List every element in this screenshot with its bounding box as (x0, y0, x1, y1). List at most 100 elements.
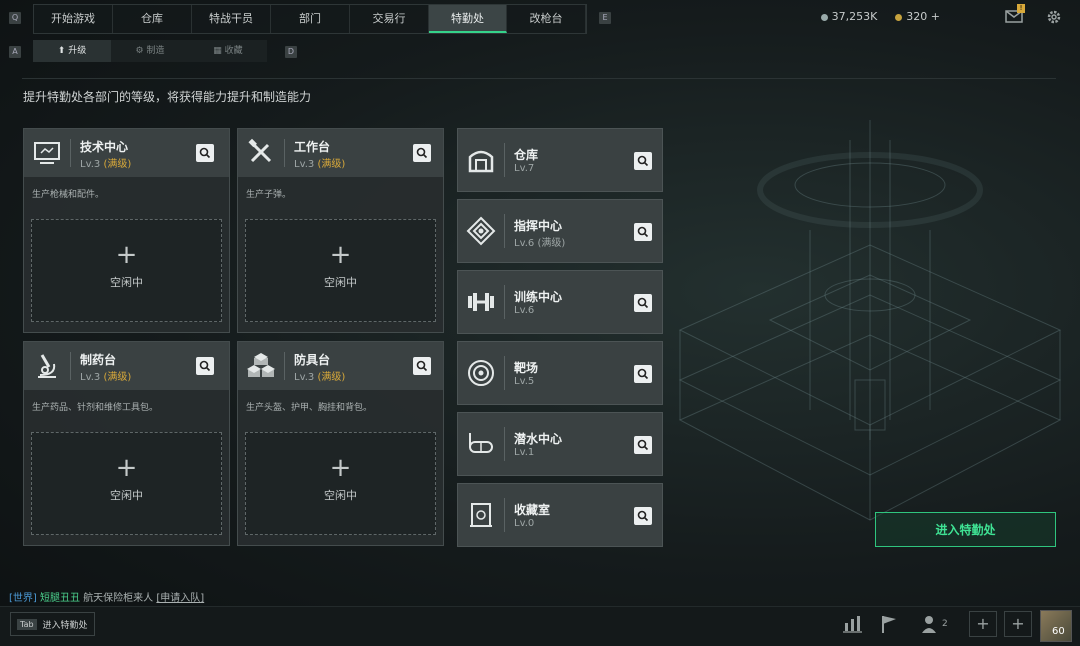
production-slot[interactable]: + 空闲中 (245, 432, 436, 535)
level-text: Lv.0 (514, 518, 535, 529)
item-separator (504, 427, 505, 461)
department-item-command-center[interactable]: 指挥中心 Lv.6 (满级) (457, 199, 663, 263)
diving-mask-icon (469, 433, 493, 453)
item-title: 训练中心 (514, 290, 563, 304)
tab-departments[interactable]: 部门 (271, 5, 350, 33)
gold-amount: 320 (906, 10, 928, 23)
chat-sender[interactable]: 短腿丑丑 (40, 593, 80, 604)
card-level: Lv.3 (满级) (294, 155, 345, 170)
inspect-button[interactable] (634, 507, 652, 525)
stats-icon[interactable] (840, 613, 866, 635)
item-separator (504, 214, 505, 248)
inspect-button[interactable] (196, 357, 214, 375)
dumbbell-icon (468, 293, 494, 311)
flag-icon[interactable] (876, 613, 902, 635)
subtab-upgrade[interactable]: ⬆ 升级 (33, 40, 111, 62)
inspect-button[interactable] (634, 436, 652, 454)
department-card-tech-center[interactable]: 技术中心 Lv.3 (满级) 生产枪械和配件。 + 空闲中 (23, 128, 230, 333)
slot-status: 空闲中 (324, 489, 357, 502)
subtab-collection[interactable]: ▦ 收藏 (189, 40, 267, 62)
department-card-workbench[interactable]: 工作台 Lv.3 (满级) 生产子弹。 + 空闲中 (237, 128, 444, 333)
production-slot[interactable]: + 空闲中 (31, 432, 222, 535)
production-slot[interactable]: + 空闲中 (31, 219, 222, 322)
level-text: Lv.1 (514, 447, 535, 458)
inspect-button[interactable] (413, 144, 431, 162)
inspect-button[interactable] (413, 357, 431, 375)
item-separator (504, 356, 505, 390)
tab-trading[interactable]: 交易行 (350, 5, 429, 33)
gold-currency[interactable]: 320 + (895, 10, 940, 23)
department-item-training-center[interactable]: 训练中心 Lv.6 (457, 270, 663, 334)
inspect-button[interactable] (634, 152, 652, 170)
tools-icon (248, 138, 272, 163)
department-item-warehouse[interactable]: 仓库 Lv.7 (457, 128, 663, 192)
card-header: 制药台 Lv.3 (满级) (24, 342, 229, 390)
tab-operators[interactable]: 特战干员 (192, 5, 271, 33)
join-team-link[interactable]: [申请入队] (156, 593, 204, 604)
add-icon: + (329, 240, 352, 270)
settings-gear-icon[interactable] (1046, 9, 1062, 25)
silver-coin-icon (820, 13, 828, 21)
inspect-button[interactable] (634, 223, 652, 241)
page-description: 提升特勤处各部门的等级，将获得能力提升和制造能力 (23, 90, 312, 104)
bottom-bar (0, 606, 1080, 646)
level-text: Lv.3 (294, 372, 315, 383)
item-level: Lv.0 (514, 518, 534, 529)
level-text: Lv.7 (514, 163, 535, 174)
command-icon (466, 216, 496, 246)
card-title: 防具台 (294, 353, 331, 367)
tab-gunsmith[interactable]: 改枪台 (507, 5, 586, 33)
add-slot-button-1[interactable]: + (969, 611, 997, 637)
add-slot-button-2[interactable]: + (1004, 611, 1032, 637)
subtab-craft[interactable]: ⚙ 制造 (111, 40, 189, 62)
card-title: 技术中心 (80, 140, 129, 154)
card-description: 生产枪械和配件。 (32, 190, 105, 200)
add-icon: + (115, 453, 138, 483)
subtab-craft-label: 制造 (146, 46, 165, 56)
friends-count: 2 (942, 619, 948, 629)
department-item-shooting-range[interactable]: 靶场 Lv.5 (457, 341, 663, 405)
item-level: Lv.5 (514, 376, 534, 387)
inspect-button[interactable] (634, 294, 652, 312)
add-currency-icon[interactable]: + (931, 10, 940, 23)
department-item-collection-room[interactable]: 收藏室 Lv.0 (457, 483, 663, 547)
collection-icon (470, 503, 492, 527)
computer-icon (34, 142, 60, 164)
enter-special-ops-button[interactable]: 进入特勤处 (875, 512, 1056, 547)
card-description: 生产药品、针剂和维修工具包。 (32, 403, 159, 413)
max-level-tag: (满级) (317, 159, 346, 170)
tab-start-game[interactable]: 开始游戏 (34, 5, 113, 33)
card-level: Lv.3 (满级) (80, 155, 131, 170)
item-level: Lv.6 (满级) (514, 234, 565, 249)
department-card-pharmacy[interactable]: 制药台 Lv.3 (满级) 生产药品、针剂和维修工具包。 + 空闲中 (23, 341, 230, 546)
slot-status: 空闲中 (324, 276, 357, 289)
item-title: 靶场 (514, 361, 539, 375)
tab-special-ops[interactable]: 特勤处 (429, 5, 507, 33)
item-title: 指挥中心 (514, 219, 563, 233)
add-icon: + (115, 240, 138, 270)
search-icon (416, 147, 428, 159)
header-separator (70, 352, 71, 380)
tab-enter-hint[interactable]: Tab 进入特勤处 (10, 612, 95, 636)
inspect-button[interactable] (196, 144, 214, 162)
production-slot[interactable]: + 空闲中 (245, 219, 436, 322)
header-separator (70, 139, 71, 167)
department-item-diving-center[interactable]: 潜水中心 Lv.1 (457, 412, 663, 476)
boxes-icon (247, 353, 275, 377)
chat-channel[interactable]: [世界] (9, 593, 37, 604)
prev-tab-key-hint: Q (9, 12, 21, 24)
level-text: Lv.5 (514, 376, 535, 387)
silver-amount: 37,253K (831, 10, 878, 23)
next-tab-key-hint: E (599, 12, 611, 24)
item-title: 收藏室 (514, 503, 551, 517)
max-level-tag: (满级) (537, 238, 566, 249)
plus-icon: + (1011, 614, 1025, 633)
card-description: 生产头盔、护甲、胸挂和背包。 (246, 403, 373, 413)
search-icon (637, 226, 649, 238)
card-title: 制药台 (80, 353, 117, 367)
tab-warehouse[interactable]: 仓库 (113, 5, 192, 33)
department-card-armor-bench[interactable]: 防具台 Lv.3 (满级) 生产头盔、护甲、胸挂和背包。 + 空闲中 (237, 341, 444, 546)
search-icon (637, 155, 649, 167)
inspect-button[interactable] (634, 365, 652, 383)
item-title: 潜水中心 (514, 432, 563, 446)
